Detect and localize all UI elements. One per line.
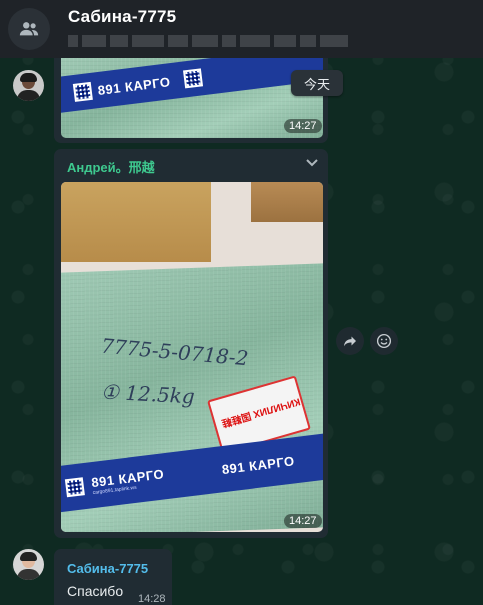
- chat-header[interactable]: Сабина-7775: [0, 0, 483, 58]
- message-time: 14:27: [284, 119, 322, 133]
- message-time: 14:28: [138, 593, 166, 605]
- sender-avatar[interactable]: [13, 70, 44, 101]
- handwritten-weight: ① 12.5kg: [100, 379, 196, 409]
- sender-name[interactable]: Андрей。邢越: [67, 157, 155, 176]
- emoji-icon: [376, 333, 392, 349]
- package-photo[interactable]: 891 КАРГО 14:27: [61, 58, 323, 138]
- group-icon: [19, 22, 39, 36]
- react-button[interactable]: [370, 327, 398, 355]
- forward-icon: [344, 336, 356, 347]
- message-time: 14:27: [284, 514, 322, 528]
- image-message[interactable]: 891 КАРГО 14:27: [54, 58, 328, 143]
- image-message[interactable]: Андрей。邢越 7775-5-0718-2 ① 12.5kg КИЧИЛИХ…: [54, 149, 328, 538]
- chevron-down-icon[interactable]: [305, 158, 319, 168]
- participants-list-redacted: [68, 35, 368, 47]
- text-message[interactable]: Сабина-7775 Спасибо 14:28: [54, 549, 172, 605]
- sender-avatar[interactable]: [13, 549, 44, 580]
- package-photo[interactable]: 7775-5-0718-2 ① 12.5kg КИЧИЛИХ 国鞋鞋 891 К…: [61, 182, 323, 532]
- chat-title[interactable]: Сабина-7775: [68, 7, 368, 27]
- group-avatar[interactable]: [8, 8, 50, 50]
- forward-button[interactable]: [336, 327, 364, 355]
- tape-brand-2: 891 КАРГО: [220, 452, 296, 477]
- sender-name[interactable]: Сабина-7775: [67, 561, 148, 576]
- message-text: Спасибо: [67, 583, 124, 599]
- date-separator: 今天: [291, 70, 343, 96]
- tape-brand: 891 КАРГО: [96, 73, 172, 98]
